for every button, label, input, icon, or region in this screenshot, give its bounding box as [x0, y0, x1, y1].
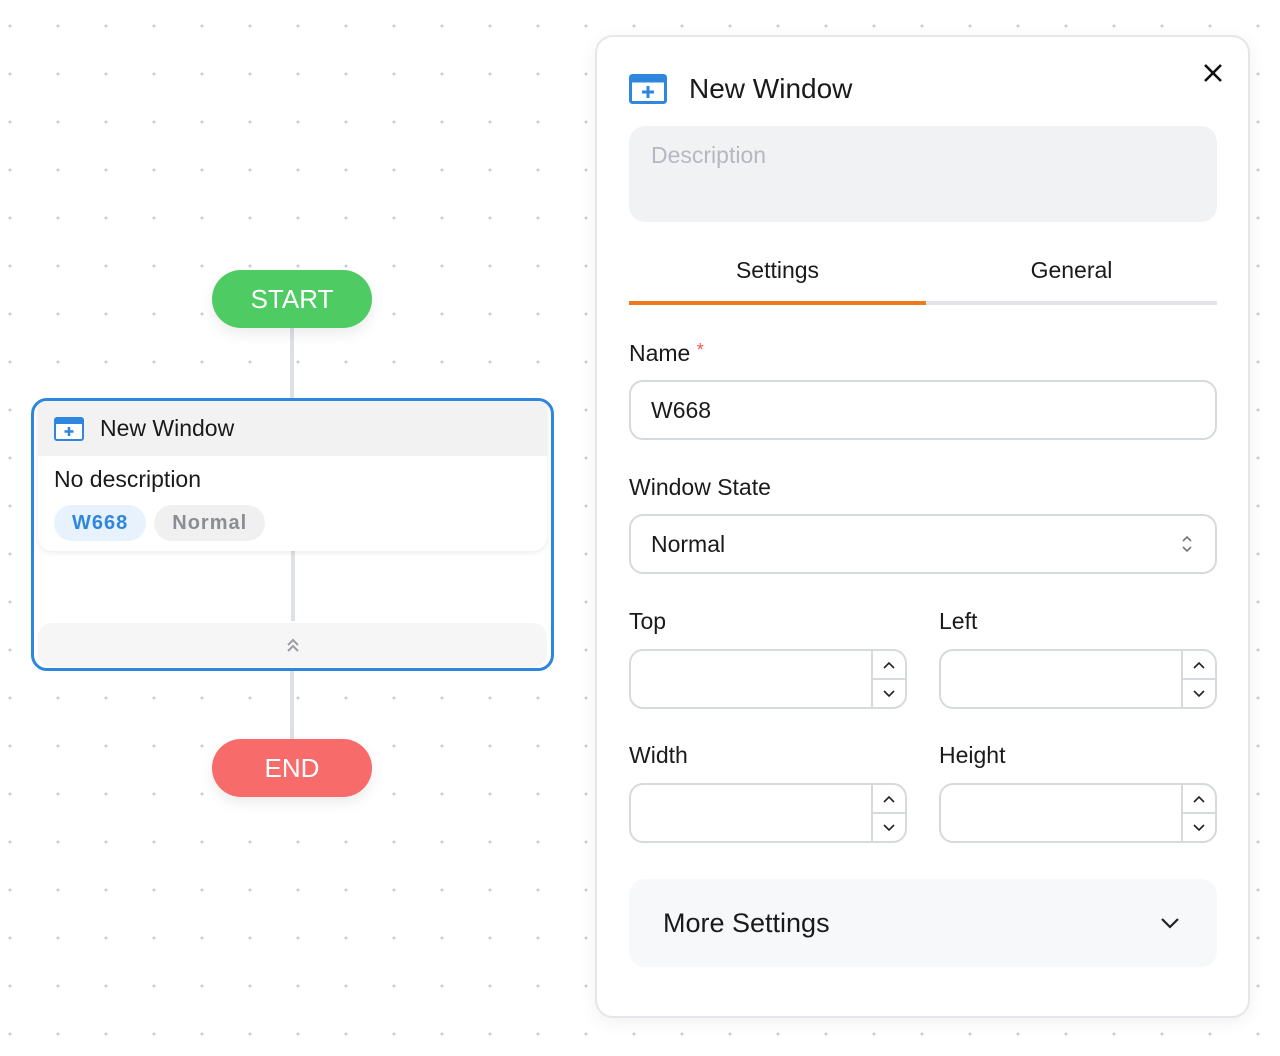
chevron-down-icon — [1161, 917, 1179, 929]
top-label: Top — [629, 608, 667, 634]
more-settings-toggle[interactable]: More Settings — [629, 879, 1217, 967]
node-title: New Window — [100, 415, 235, 441]
increment-button[interactable] — [873, 785, 905, 812]
panel-title: New Window — [689, 73, 853, 104]
increment-button[interactable] — [1183, 785, 1215, 812]
chevrons-up-icon — [286, 638, 299, 652]
chevron-down-icon — [883, 823, 895, 831]
chevron-down-icon — [1193, 689, 1205, 697]
chevron-up-icon — [883, 795, 895, 803]
chevron-up-icon — [883, 661, 895, 669]
start-node[interactable]: START — [212, 270, 372, 328]
tab-settings[interactable]: Settings — [629, 257, 926, 284]
new-window-icon — [629, 74, 667, 104]
new-window-node[interactable]: New Window No description W668 Normal — [31, 398, 554, 671]
edge-node-end — [290, 668, 294, 743]
end-node[interactable]: END — [212, 739, 372, 797]
node-inner-edge — [291, 551, 295, 621]
chevron-down-icon — [1193, 823, 1205, 831]
increment-button[interactable] — [873, 651, 905, 678]
height-label: Height — [939, 742, 1006, 768]
node-description: No description — [54, 466, 202, 492]
height-input[interactable] — [939, 783, 1217, 843]
top-input[interactable] — [629, 649, 907, 709]
chevron-up-icon — [1193, 661, 1205, 669]
left-label: Left — [939, 608, 978, 634]
tab-general[interactable]: General — [926, 257, 1217, 284]
more-settings-label: More Settings — [663, 907, 830, 938]
chevron-up-icon — [1193, 795, 1205, 803]
node-header: New Window — [38, 401, 547, 456]
tab-active-indicator — [629, 301, 926, 305]
collapse-button[interactable] — [38, 623, 547, 667]
decrement-button[interactable] — [1183, 812, 1215, 841]
properties-panel: New Window Description Settings General … — [595, 35, 1250, 1018]
chevron-up-down-icon — [1182, 535, 1192, 553]
chevron-down-icon — [883, 689, 895, 697]
width-input[interactable] — [629, 783, 907, 843]
decrement-button[interactable] — [873, 812, 905, 841]
width-label: Width — [629, 742, 688, 768]
tag-window-state: Normal — [154, 505, 266, 541]
increment-button[interactable] — [1183, 651, 1215, 678]
window-state-select[interactable]: Normal — [629, 514, 1217, 574]
edge-start-node — [290, 326, 294, 401]
left-input[interactable] — [939, 649, 1217, 709]
close-icon[interactable] — [1202, 62, 1224, 84]
window-state-label: Window State — [629, 474, 771, 500]
new-window-icon — [54, 416, 84, 441]
tag-name: W668 — [54, 505, 147, 541]
name-input[interactable]: W668 — [629, 380, 1217, 440]
required-marker: * — [696, 340, 704, 360]
node-card: New Window No description W668 Normal — [38, 401, 547, 551]
decrement-button[interactable] — [1183, 678, 1215, 707]
name-label: Name * — [629, 340, 704, 366]
description-input[interactable]: Description — [629, 126, 1217, 222]
decrement-button[interactable] — [873, 678, 905, 707]
